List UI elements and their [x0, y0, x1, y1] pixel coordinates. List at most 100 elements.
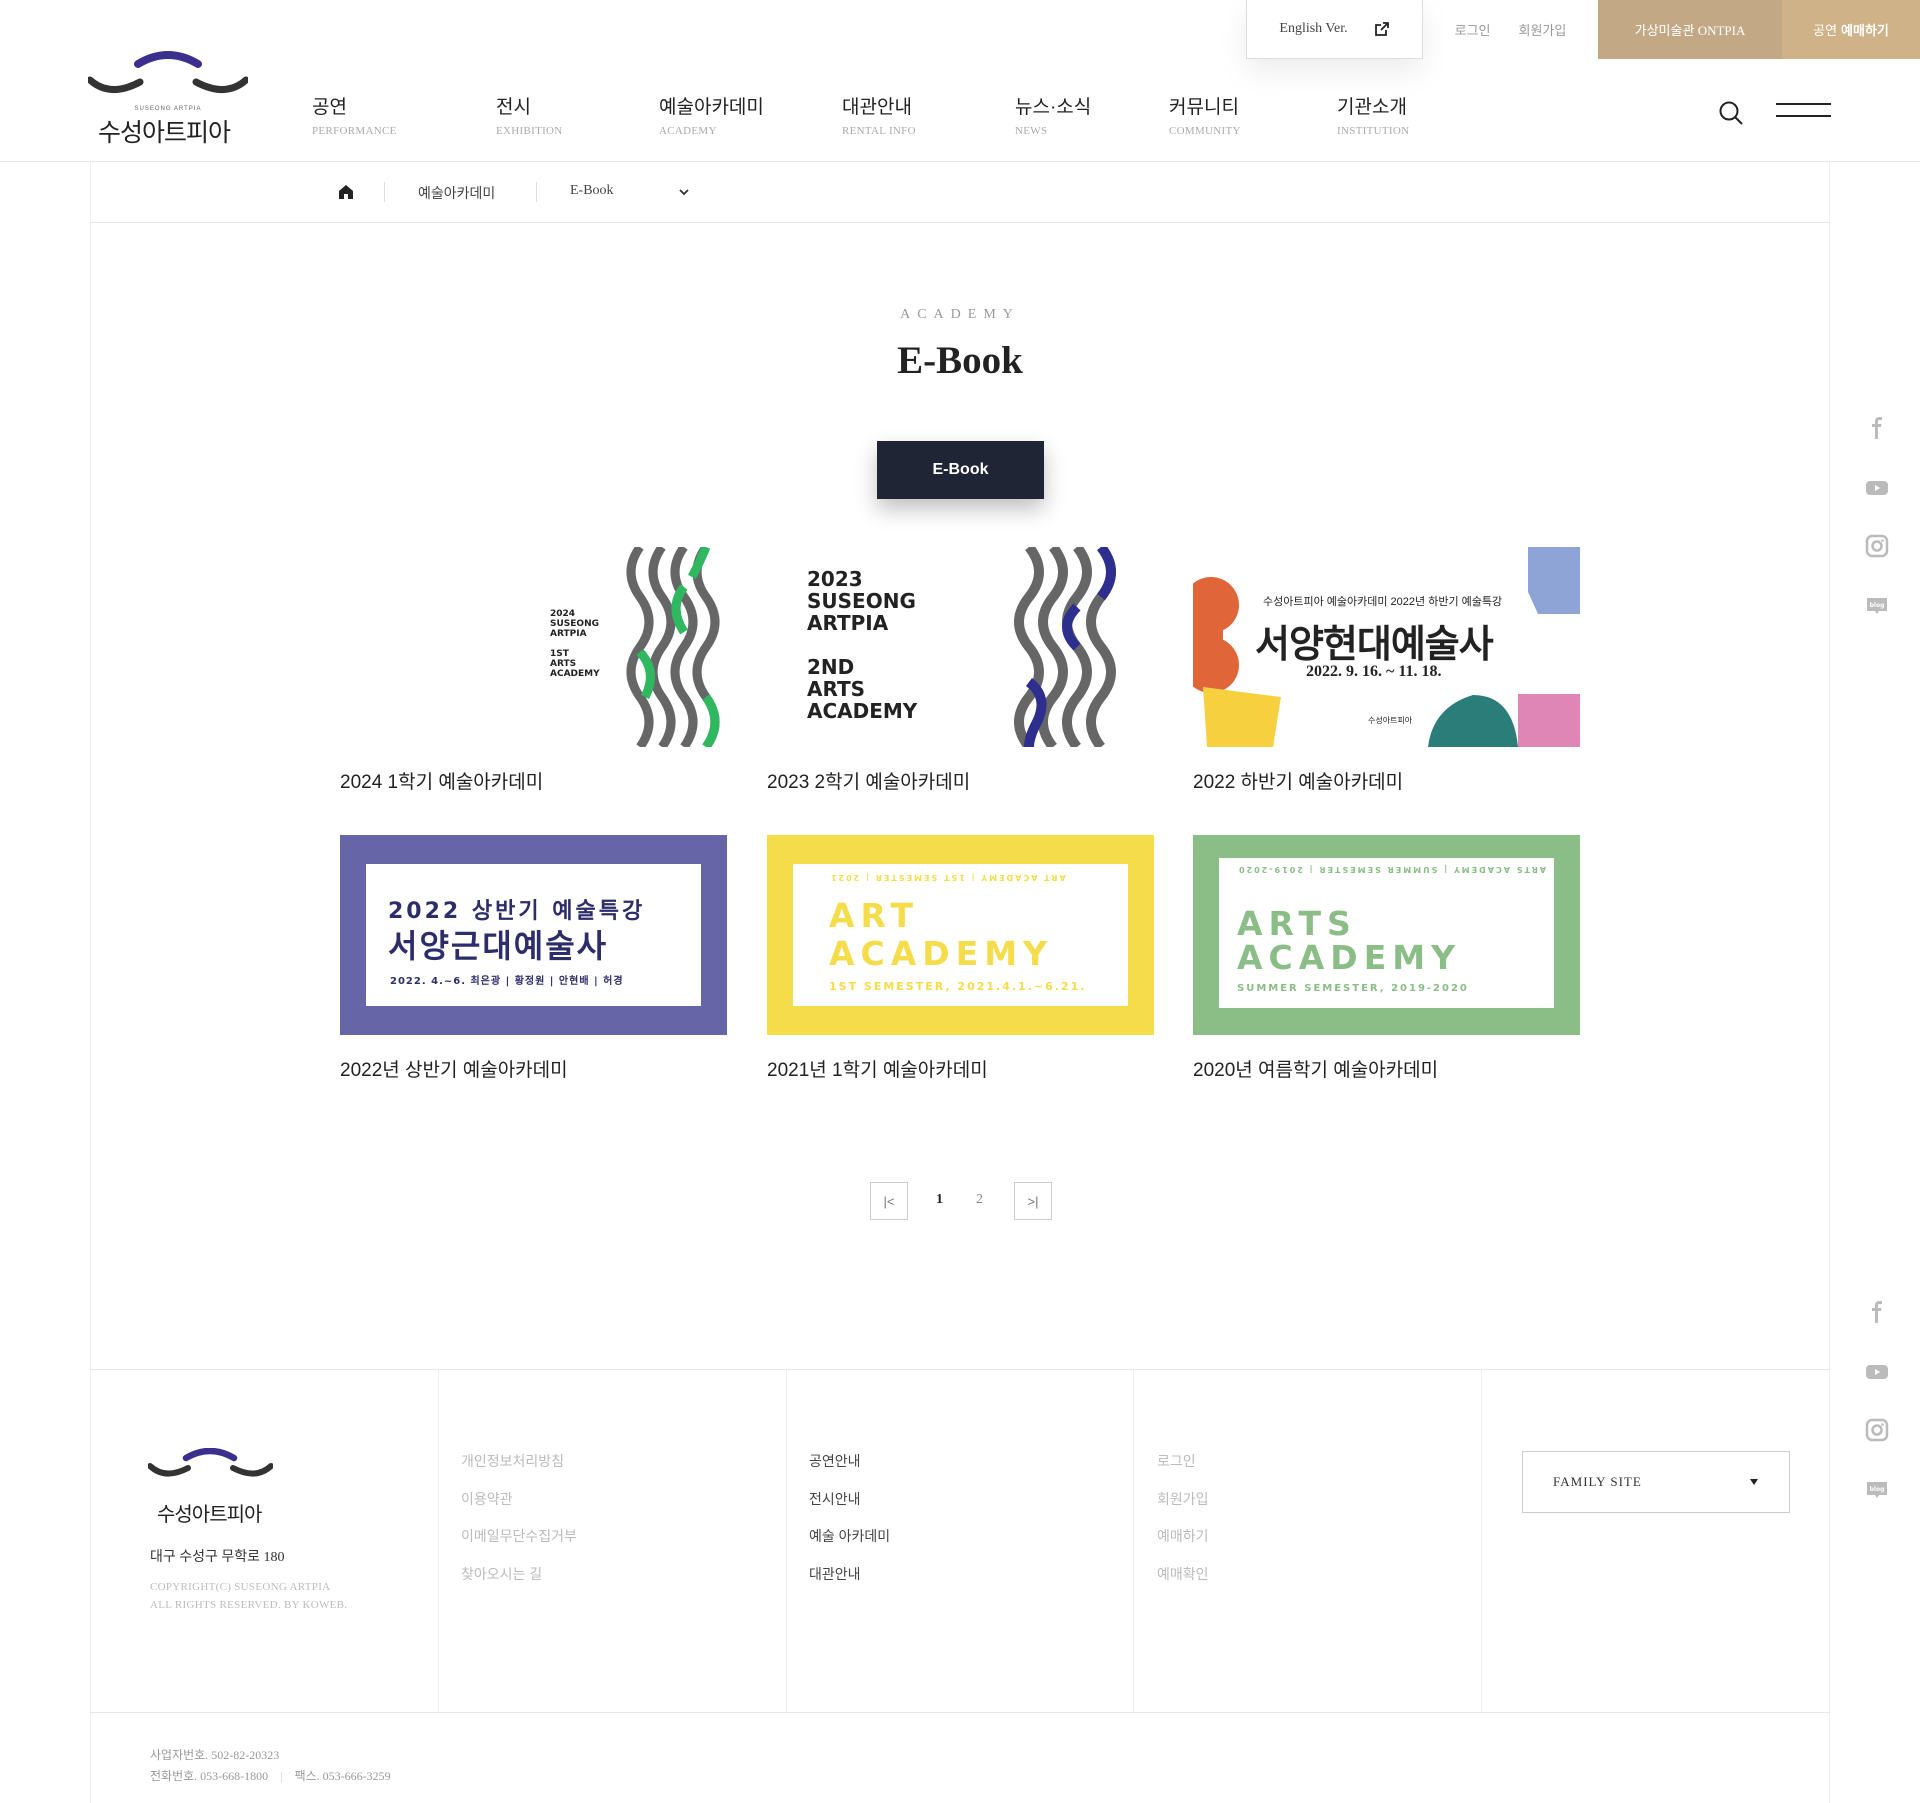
nav-label: 대관안내	[842, 97, 912, 118]
nav-exhibition[interactable]: 전시 EXHIBITION	[496, 92, 563, 137]
ebook-thumbnail[interactable]: 2022 상반기 예술특강 서양근대예술사 2022. 4.~6. 최은광 | …	[340, 835, 727, 1035]
join-link[interactable]: 회원가입	[1519, 20, 1567, 39]
ebook-card[interactable]: 수성아트피아 예술아카데미 2022년 하반기 예술특강 서양현대예술사 202…	[1193, 547, 1580, 794]
breadcrumb-level2[interactable]: E-Book	[570, 183, 614, 199]
thumb-text: 수성아트피아	[1368, 716, 1413, 725]
nav-academy[interactable]: 예술아카데미 ACADEMY	[659, 92, 764, 137]
youtube-icon[interactable]	[1865, 476, 1889, 500]
ebook-thumbnail[interactable]: ARTS ACADEMY | SUMMER SEMESTER | 2019-20…	[1193, 835, 1580, 1035]
ontpia-link[interactable]: 가상미술관 ONTPIA	[1598, 0, 1782, 59]
footer-divider	[90, 1712, 1829, 1713]
thumb-text: ACADEMY	[1237, 938, 1461, 977]
copyright-line: COPYRIGHT(C) SUSEONG ARTPIA	[150, 1581, 331, 1593]
instagram-icon[interactable]	[1865, 534, 1889, 558]
footer-link[interactable]: 개인정보처리방침	[461, 1451, 577, 1489]
footer-link[interactable]: 이메일무단수집거부	[461, 1526, 577, 1564]
thumb-text: ARTS	[807, 677, 866, 701]
youtube-icon[interactable]	[1865, 1360, 1889, 1384]
footer-link[interactable]: 로그인	[1157, 1451, 1209, 1489]
footer-link[interactable]: 회원가입	[1157, 1489, 1209, 1527]
thumb-text: ACADEMY	[550, 669, 600, 679]
breadcrumb-separator	[384, 182, 385, 202]
ebook-thumbnail[interactable]: 2023 SUSEONG ARTPIA 2ND ARTS ACADEMY	[767, 547, 1154, 747]
ebook-card[interactable]: ARTS ACADEMY | SUMMER SEMESTER | 2019-20…	[1193, 835, 1580, 1082]
nav-institution[interactable]: 기관소개 INSTITUTION	[1337, 92, 1409, 137]
chevron-down-icon[interactable]	[678, 186, 690, 198]
thumb-text: 2ND	[807, 655, 855, 679]
footer-link[interactable]: 이용약관	[461, 1489, 577, 1527]
page-number[interactable]: 2	[976, 1192, 983, 1208]
home-icon[interactable]	[338, 184, 354, 200]
thumb-text: ACADEMY	[829, 934, 1053, 973]
blog-icon[interactable]: blog	[1865, 1478, 1889, 1502]
search-icon[interactable]	[1718, 100, 1744, 126]
external-link-icon	[1374, 22, 1389, 36]
nav-sublabel: COMMUNITY	[1169, 125, 1241, 137]
breadcrumb-level1[interactable]: 예술아카데미	[418, 183, 495, 203]
nav-label: 기관소개	[1337, 97, 1407, 118]
thumb-text: ARTS ACADEMY | SUMMER SEMESTER | 2019-20…	[1237, 865, 1547, 874]
ebook-card[interactable]: 2023 SUSEONG ARTPIA 2ND ARTS ACADEMY 202…	[767, 547, 1154, 794]
footer-column-separator	[1481, 1370, 1482, 1713]
thumb-text: 1ST SEMESTER, 2021.4.1.~6.21.	[829, 980, 1087, 993]
nav-sublabel: INSTITUTION	[1337, 125, 1410, 137]
ebook-card[interactable]: 2022 상반기 예술특강 서양근대예술사 2022. 4.~6. 최은광 | …	[340, 835, 727, 1082]
business-number: 사업자번호. 502-82-20323	[150, 1748, 280, 1762]
footer-business-info: 사업자번호. 502-82-20323 전화번호. 053-668-1800 | 팩…	[150, 1745, 391, 1787]
tab-ebook[interactable]: E-Book	[877, 441, 1044, 499]
footer-link[interactable]: 예매확인	[1157, 1564, 1209, 1602]
utility-bar: English Ver. 로그인 회원가입 가상미술관 ONTPIA 공연 예매하…	[1246, 0, 1920, 59]
ebook-thumbnail[interactable]: 수성아트피아 예술아카데미 2022년 하반기 예술특강 서양현대예술사 202…	[1193, 547, 1580, 747]
ebook-thumbnail[interactable]: 2024 SUSEONG ARTPIA 1ST ARTS ACADEMY	[340, 547, 727, 747]
ticket-pre-label: 공연	[1813, 23, 1838, 38]
footer-link[interactable]: 대관안내	[809, 1564, 890, 1602]
thumb-text: 수성아트피아 예술아카데미 2022년 하반기 예술특강	[1263, 596, 1503, 608]
ticket-link[interactable]: 공연 예매하기	[1782, 0, 1920, 59]
frame-line-right	[1829, 162, 1830, 1803]
ebook-caption[interactable]: 2022년 상반기 예술아카데미	[340, 1055, 727, 1082]
footer-link[interactable]: 찾아오시는 길	[461, 1564, 577, 1602]
facebook-icon[interactable]	[1865, 416, 1889, 440]
telephone: 전화번호. 053-668-1800	[150, 1769, 269, 1783]
instagram-icon[interactable]	[1865, 1418, 1889, 1442]
ebook-caption[interactable]: 2021년 1학기 예술아카데미	[767, 1055, 1154, 1082]
nav-performance[interactable]: 공연 PERFORMANCE	[312, 92, 397, 137]
footer-link[interactable]: 전시안내	[809, 1489, 890, 1527]
logo-small-text: SUSEONG ARTPIA	[135, 106, 202, 112]
thumb-text: ACADEMY	[807, 699, 918, 723]
nav-community[interactable]: 커뮤니티 COMMUNITY	[1169, 92, 1241, 137]
thumb-text: ART	[829, 896, 919, 935]
footer-link[interactable]: 공연안내	[809, 1451, 890, 1489]
svg-text:blog: blog	[1870, 602, 1885, 609]
ebook-card[interactable]: ART ACADEMY | 1ST SEMESTER | 2021 ART AC…	[767, 835, 1154, 1082]
ebook-caption[interactable]: 2024 1학기 예술아카데미	[340, 767, 727, 794]
footer-policy-links: 개인정보처리방침 이용약관 이메일무단수집거부 찾아오시는 길	[461, 1451, 577, 1601]
logo-text[interactable]: 수성아트피아	[98, 113, 231, 149]
footer-link[interactable]: 예매하기	[1157, 1526, 1209, 1564]
ebook-caption[interactable]: 2020년 여름학기 예술아카데미	[1193, 1055, 1580, 1082]
thumb-text: 서양근대예술사	[388, 927, 609, 965]
breadcrumb: 예술아카데미 E-Book	[90, 162, 1829, 223]
nav-label: 전시	[496, 97, 531, 118]
footer-column-separator	[438, 1370, 439, 1713]
nav-news[interactable]: 뉴스·소식 NEWS	[1015, 92, 1091, 137]
footer-column-separator	[1133, 1370, 1134, 1713]
ebook-card[interactable]: 2024 SUSEONG ARTPIA 1ST ARTS ACADEMY 202…	[340, 547, 727, 794]
english-version-link[interactable]: English Ver.	[1246, 0, 1423, 59]
ebook-thumbnail[interactable]: ART ACADEMY | 1ST SEMESTER | 2021 ART AC…	[767, 835, 1154, 1035]
family-site-select[interactable]: FAMILY SITE	[1522, 1451, 1790, 1513]
hamburger-menu-icon[interactable]	[1776, 103, 1831, 121]
thumb-text: 2024	[550, 609, 576, 619]
ebook-caption[interactable]: 2023 2학기 예술아카데미	[767, 767, 1154, 794]
nav-rental[interactable]: 대관안내 RENTAL INFO	[842, 92, 916, 137]
first-page-button[interactable]: |<	[870, 1182, 908, 1220]
thumb-text: ARTS	[1237, 904, 1357, 943]
last-page-button[interactable]: >|	[1014, 1182, 1052, 1220]
facebook-icon[interactable]	[1865, 1300, 1889, 1324]
ebook-caption[interactable]: 2022 하반기 예술아카데미	[1193, 767, 1580, 794]
footer-link[interactable]: 예술 아카데미	[809, 1526, 890, 1564]
blog-icon[interactable]: blog	[1865, 594, 1889, 618]
page-number-current[interactable]: 1	[936, 1192, 943, 1208]
nav-label: 뉴스·소식	[1015, 97, 1092, 118]
login-link[interactable]: 로그인	[1455, 20, 1491, 39]
